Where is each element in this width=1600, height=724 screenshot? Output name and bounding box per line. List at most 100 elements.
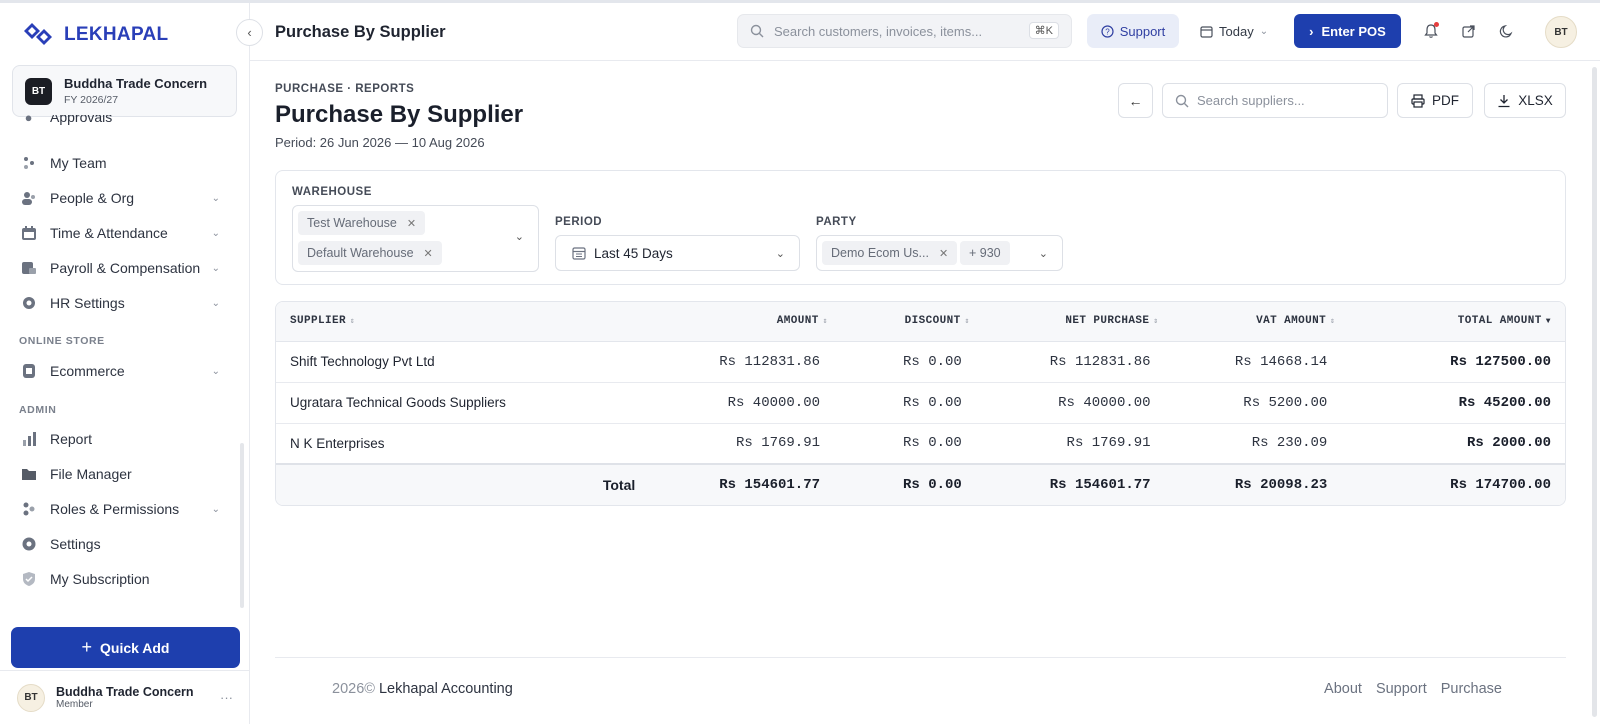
- sidebar-item-time-attendance[interactable]: Time & Attendance ⌄: [20, 221, 220, 245]
- footer-link-support[interactable]: Support: [1376, 681, 1427, 697]
- copyright-year: 2026©: [332, 681, 375, 697]
- party-multiselect[interactable]: Demo Ecom Us... ✕ + 930 ⌄: [816, 235, 1063, 271]
- discount-cell: Rs 0.00: [832, 382, 974, 424]
- export-pdf-button[interactable]: PDF: [1397, 83, 1473, 118]
- column-header-supplier[interactable]: SUPPLIER ⇕: [276, 302, 648, 342]
- external-link-icon[interactable]: [1457, 20, 1479, 42]
- download-icon: [1498, 94, 1510, 107]
- sidebar-item-approvals[interactable]: ● Approvals: [20, 115, 220, 129]
- avatar[interactable]: BT: [1545, 16, 1577, 48]
- total-discount-cell: Rs 0.00: [832, 463, 974, 505]
- table-row[interactable]: N K Enterprises Rs 1769.91 Rs 0.00 Rs 17…: [276, 423, 1565, 465]
- sidebar-item-report[interactable]: Report: [20, 427, 220, 451]
- notification-bell-icon[interactable]: [1420, 20, 1442, 42]
- shield-icon: [20, 571, 37, 588]
- sidebar-item-label: Roles & Permissions: [50, 501, 180, 517]
- dark-mode-icon[interactable]: [1495, 20, 1517, 42]
- arrow-left-icon: ←: [1128, 92, 1143, 109]
- column-header-net-purchase[interactable]: NET PURCHASE ⇕: [973, 302, 1163, 342]
- export-xlsx-button[interactable]: XLSX: [1484, 83, 1566, 118]
- chevron-down-icon: ⌄: [211, 227, 220, 239]
- sidebar-item-label: File Manager: [50, 466, 132, 482]
- filter-panel: WAREHOUSE Test Warehouse ✕ Default Wareh…: [275, 170, 1566, 285]
- sort-desc-icon: ▼: [1545, 317, 1551, 327]
- sidebar-item-subscription[interactable]: My Subscription: [20, 567, 220, 591]
- remove-chip-icon[interactable]: ✕: [939, 247, 948, 260]
- gear-icon: [20, 295, 37, 312]
- sort-icon: ⇕: [1153, 317, 1159, 327]
- column-header-amount[interactable]: AMOUNT ⇕: [647, 302, 833, 342]
- quick-add-button[interactable]: + Quick Add: [11, 627, 240, 668]
- sort-icon: ⇕: [1330, 317, 1336, 327]
- enter-pos-button[interactable]: › Enter POS: [1294, 14, 1401, 48]
- warehouse-chip: Test Warehouse ✕: [298, 211, 426, 235]
- support-button[interactable]: ? Support: [1087, 14, 1179, 48]
- date-filter-dropdown[interactable]: Today ⌄: [1200, 14, 1280, 48]
- footer-link-purchase[interactable]: Purchase: [1441, 681, 1502, 697]
- chip-label: Test Warehouse: [307, 216, 397, 230]
- sort-icon: ⇕: [822, 317, 829, 327]
- period-label: PERIOD: [555, 216, 603, 228]
- column-header-total-amount[interactable]: TOTAL AMOUNT ▼: [1339, 302, 1565, 342]
- column-header-vat-amount[interactable]: VAT AMOUNT ⇕: [1162, 302, 1340, 342]
- remove-chip-icon[interactable]: ✕: [424, 247, 433, 260]
- settings-icon: [20, 536, 37, 553]
- brand-name: LEKHAPAL: [64, 24, 169, 45]
- warehouse-chip: Default Warehouse ✕: [298, 241, 442, 265]
- user-profile[interactable]: BT Buddha Trade Concern Member ···: [0, 670, 249, 724]
- column-header-discount[interactable]: DISCOUNT ⇕: [832, 302, 974, 342]
- warehouse-multiselect[interactable]: Test Warehouse ✕ Default Warehouse ✕ ⌄: [292, 205, 539, 272]
- totals-row: Total Rs 154601.77 Rs 0.00 Rs 154601.77 …: [276, 463, 1565, 505]
- sidebar-item-settings[interactable]: Settings: [20, 532, 220, 556]
- table-row[interactable]: Ugratara Technical Goods Suppliers Rs 40…: [276, 382, 1565, 424]
- calendar-icon: [20, 225, 37, 242]
- chevron-down-icon: ⌄: [211, 297, 220, 309]
- more-icon[interactable]: ···: [220, 690, 233, 705]
- total-cell: Rs 127500.00: [1339, 341, 1565, 383]
- company-switcher[interactable]: BT Buddha Trade Concern FY 2026/27: [12, 65, 237, 117]
- supplier-search-input[interactable]: Search suppliers...: [1162, 83, 1388, 118]
- chip-label: Demo Ecom Us...: [831, 246, 929, 260]
- fiscal-year: FY 2026/27: [64, 94, 119, 106]
- sidebar-item-roles[interactable]: Roles & Permissions ⌄: [20, 497, 220, 521]
- chevron-down-icon: ⌄: [211, 503, 220, 515]
- net-purchase-cell: Rs 40000.00: [973, 382, 1163, 424]
- sidebar-item-people-org[interactable]: People & Org ⌄: [20, 186, 220, 210]
- sidebar-item-payroll[interactable]: Payroll & Compensation ⌄: [20, 256, 220, 280]
- remove-chip-icon[interactable]: ✕: [407, 217, 416, 230]
- section-online-store: ONLINE STORE: [19, 335, 105, 347]
- total-net-cell: Rs 154601.77: [973, 463, 1163, 505]
- grand-total-cell: Rs 174700.00: [1339, 463, 1565, 505]
- breadcrumb: PURCHASE · REPORTS: [275, 83, 415, 95]
- sidebar-item-hr-settings[interactable]: HR Settings ⌄: [20, 291, 220, 315]
- sidebar-item-label: Ecommerce: [50, 363, 125, 379]
- amount-cell: Rs 1769.91: [647, 423, 833, 465]
- global-search-input[interactable]: Search customers, invoices, items... ⌘K: [737, 14, 1072, 48]
- period-select[interactable]: Last 45 Days ⌄: [555, 235, 800, 271]
- approvals-icon: ●: [24, 115, 33, 125]
- sidebar-scrollbar[interactable]: [240, 443, 244, 608]
- footer-link-about[interactable]: About: [1324, 681, 1362, 697]
- chevron-down-icon: ⌄: [1259, 25, 1269, 37]
- collapse-sidebar-button[interactable]: ‹: [236, 19, 263, 46]
- sidebar-item-my-team[interactable]: My Team: [20, 151, 220, 175]
- brand-logo[interactable]: LEKHAPAL: [22, 21, 168, 49]
- page-scrollbar[interactable]: [1592, 67, 1597, 717]
- sidebar: LEKHAPAL BT Buddha Trade Concern FY 2026…: [0, 3, 250, 724]
- roles-icon: [20, 501, 37, 518]
- search-placeholder: Search customers, invoices, items...: [774, 23, 983, 39]
- total-cell: Rs 2000.00: [1339, 423, 1565, 465]
- section-admin: ADMIN: [19, 404, 57, 416]
- avatar: BT: [17, 683, 45, 712]
- chevron-down-icon: ⌄: [211, 192, 220, 204]
- bar-chart-icon: [20, 431, 37, 448]
- quick-add-label: Quick Add: [100, 639, 170, 656]
- back-button[interactable]: ←: [1118, 83, 1153, 118]
- sidebar-item-label: My Team: [50, 155, 107, 171]
- sidebar-item-file-manager[interactable]: File Manager: [20, 462, 220, 486]
- table-row[interactable]: Shift Technology Pvt Ltd Rs 112831.86 Rs…: [276, 341, 1565, 383]
- sidebar-item-label: Report: [50, 431, 93, 447]
- help-icon: ?: [1101, 24, 1114, 38]
- sidebar-item-label: Approvals: [50, 115, 113, 125]
- sidebar-item-ecommerce[interactable]: Ecommerce ⌄: [20, 359, 220, 383]
